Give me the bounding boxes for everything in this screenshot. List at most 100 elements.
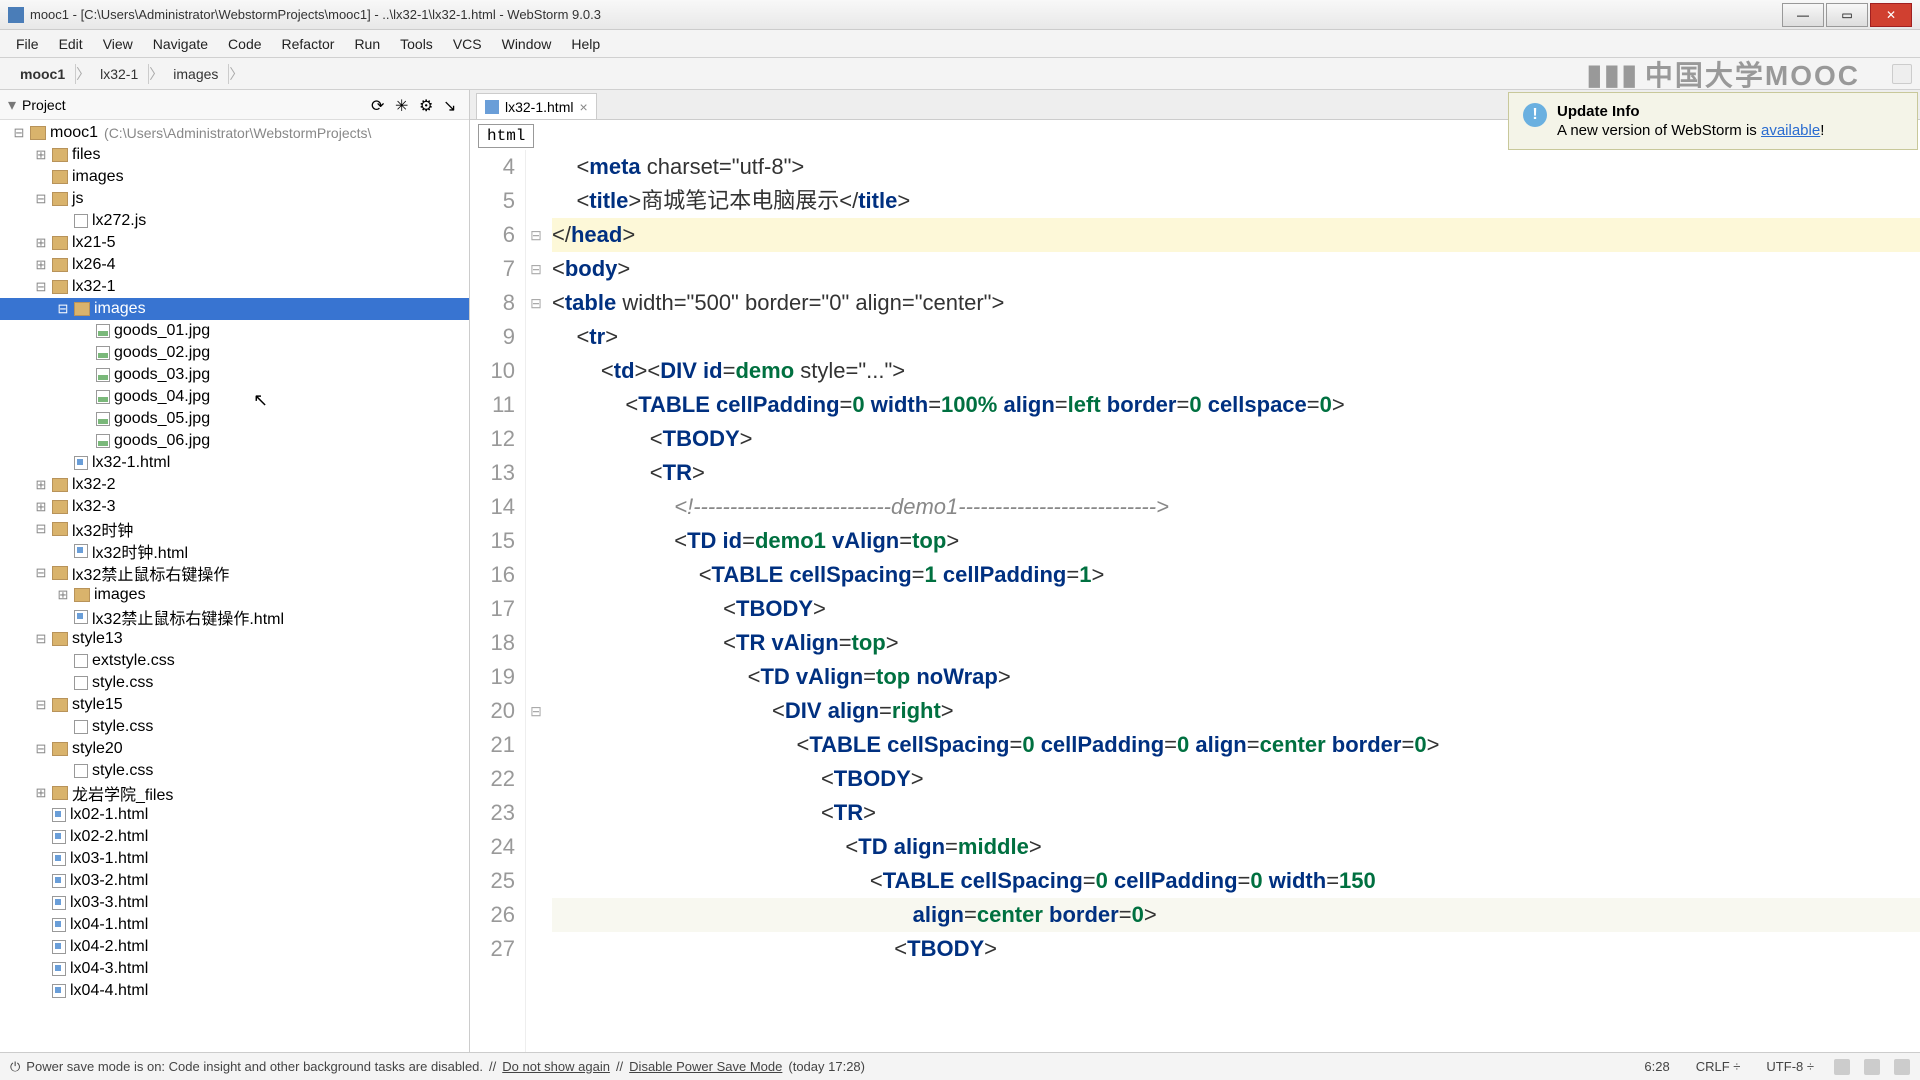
tree-twisty-icon[interactable]: ⊞ [52,587,74,603]
tree-item-lx32-1-html[interactable]: lx32-1.html [0,452,469,474]
tree-item-files[interactable]: ⊞files [0,144,469,166]
code-line[interactable]: <body> [552,252,1920,286]
hide-icon[interactable]: ↘ [443,96,461,114]
code-line[interactable]: <TR> [552,796,1920,830]
tab-lx32-1[interactable]: lx32-1.html × [476,93,597,119]
tree-item-lx04-4-html[interactable]: lx04-4.html [0,980,469,1002]
tree-item-style-css[interactable]: style.css [0,716,469,738]
tree-item-goods_06-jpg[interactable]: goods_06.jpg [0,430,469,452]
tree-item-images[interactable]: images [0,166,469,188]
tree-item-mooc1[interactable]: ⊟mooc1(C:\Users\Administrator\WebstormPr… [0,122,469,144]
tree-twisty-icon[interactable]: ⊞ [30,235,52,251]
fold-marker-icon[interactable] [526,184,546,218]
menu-window[interactable]: Window [492,32,562,56]
code-line[interactable]: <TBODY> [552,762,1920,796]
fold-marker-icon[interactable] [526,796,546,830]
tree-item-lx03-2-html[interactable]: lx03-2.html [0,870,469,892]
tree-item-lx26-4[interactable]: ⊞lx26-4 [0,254,469,276]
fold-marker-icon[interactable] [526,422,546,456]
editor-crumb-html[interactable]: html [478,124,534,148]
crumb-mooc1[interactable]: mooc1 [10,64,76,84]
do-not-show-link[interactable]: Do not show again [502,1059,610,1075]
tree-item-goods_04-jpg[interactable]: goods_04.jpg [0,386,469,408]
tree-item-js[interactable]: ⊟js [0,188,469,210]
tree-twisty-icon[interactable]: ⊟ [30,565,52,581]
menu-help[interactable]: Help [561,32,610,56]
fold-marker-icon[interactable] [526,354,546,388]
tree-item-goods_05-jpg[interactable]: goods_05.jpg [0,408,469,430]
fold-marker-icon[interactable] [526,150,546,184]
tree-item-goods_03-jpg[interactable]: goods_03.jpg [0,364,469,386]
fold-marker-icon[interactable] [526,456,546,490]
tree-twisty-icon[interactable]: ⊟ [30,521,52,537]
fold-marker-icon[interactable] [526,320,546,354]
tree-item-lx02-2-html[interactable]: lx02-2.html [0,826,469,848]
code-line[interactable]: <meta charset="utf-8"> [552,150,1920,184]
tree-item-lx03-1-html[interactable]: lx03-1.html [0,848,469,870]
menu-code[interactable]: Code [218,32,271,56]
tree-item-extstyle-css[interactable]: extstyle.css [0,650,469,672]
tree-twisty-icon[interactable]: ⊟ [8,125,30,141]
tree-item-lx04-1-html[interactable]: lx04-1.html [0,914,469,936]
tree-item-style-css[interactable]: style.css [0,760,469,782]
tree-item-lx04-3-html[interactable]: lx04-3.html [0,958,469,980]
tree-item-lx272-js[interactable]: lx272.js [0,210,469,232]
file-encoding[interactable]: UTF-8 ÷ [1760,1059,1820,1074]
crumb-images[interactable]: images [163,64,229,84]
tree-item-lx32-1[interactable]: ⊟lx32-1 [0,276,469,298]
minimize-button[interactable]: — [1782,3,1824,27]
code-line[interactable]: align=center border=0> [552,898,1920,932]
fold-marker-icon[interactable] [526,490,546,524]
code-line[interactable]: <!---------------------------demo1------… [552,490,1920,524]
tree-twisty-icon[interactable]: ⊞ [30,785,52,801]
code-line[interactable]: <TBODY> [552,932,1920,966]
fold-marker-icon[interactable] [526,592,546,626]
tree-twisty-icon[interactable]: ⊟ [30,279,52,295]
code-line[interactable]: <table width="500" border="0" align="cen… [552,286,1920,320]
tree-item-style13[interactable]: ⊟style13 [0,628,469,650]
target-icon[interactable]: ✳ [395,96,413,114]
fold-marker-icon[interactable] [526,762,546,796]
tree-item-lx32-[interactable]: ⊟lx32时钟 [0,518,469,540]
tree-item-lx32-html[interactable]: lx32禁止鼠标右键操作.html [0,606,469,628]
code-line[interactable]: <TABLE cellSpacing=0 cellPadding=0 width… [552,864,1920,898]
fold-marker-icon[interactable] [526,864,546,898]
fold-marker-icon[interactable] [526,932,546,966]
sidebar-title[interactable]: Project [22,97,371,113]
gear-icon[interactable]: ⚙ [419,96,437,114]
fold-marker-icon[interactable] [526,830,546,864]
tree-twisty-icon[interactable]: ⊟ [30,631,52,647]
code-line[interactable]: <TD vAlign=top noWrap> [552,660,1920,694]
crumb-lx32-1[interactable]: lx32-1 [90,64,149,84]
available-link[interactable]: available [1761,122,1820,139]
tree-item-lx32-3[interactable]: ⊞lx32-3 [0,496,469,518]
tree-item--_files[interactable]: ⊞龙岩学院_files [0,782,469,804]
menu-run[interactable]: Run [344,32,390,56]
fold-marker-icon[interactable]: ⊟ [526,286,546,320]
fold-marker-icon[interactable] [526,524,546,558]
fold-marker-icon[interactable]: ⊟ [526,694,546,728]
find-icon[interactable] [1892,64,1912,84]
code-line[interactable]: </head> [552,218,1920,252]
code-line[interactable]: <tr> [552,320,1920,354]
notifications-icon[interactable] [1894,1059,1910,1075]
tree-item-goods_02-jpg[interactable]: goods_02.jpg [0,342,469,364]
code-line[interactable]: <TABLE cellSpacing=1 cellPadding=1> [552,558,1920,592]
line-separator[interactable]: CRLF ÷ [1690,1059,1747,1074]
tree-item-style15[interactable]: ⊟style15 [0,694,469,716]
code-line[interactable]: <TABLE cellSpacing=0 cellPadding=0 align… [552,728,1920,762]
menu-file[interactable]: File [6,32,49,56]
code-line[interactable]: <TD id=demo1 vAlign=top> [552,524,1920,558]
code-line[interactable]: <TD align=middle> [552,830,1920,864]
tree-item-images[interactable]: ⊞images [0,584,469,606]
code-line[interactable]: <title>商城笔记本电脑展示</title> [552,184,1920,218]
code-content[interactable]: <meta charset="utf-8"> <title>商城笔记本电脑展示<… [546,150,1920,1070]
tree-twisty-icon[interactable]: ⊟ [52,301,74,317]
fold-marker-icon[interactable] [526,728,546,762]
inspect-icon[interactable] [1864,1059,1880,1075]
fold-marker-icon[interactable] [526,898,546,932]
tree-twisty-icon[interactable]: ⊟ [30,191,52,207]
tree-item-style-css[interactable]: style.css [0,672,469,694]
tree-twisty-icon[interactable]: ⊞ [30,257,52,273]
fold-marker-icon[interactable] [526,388,546,422]
